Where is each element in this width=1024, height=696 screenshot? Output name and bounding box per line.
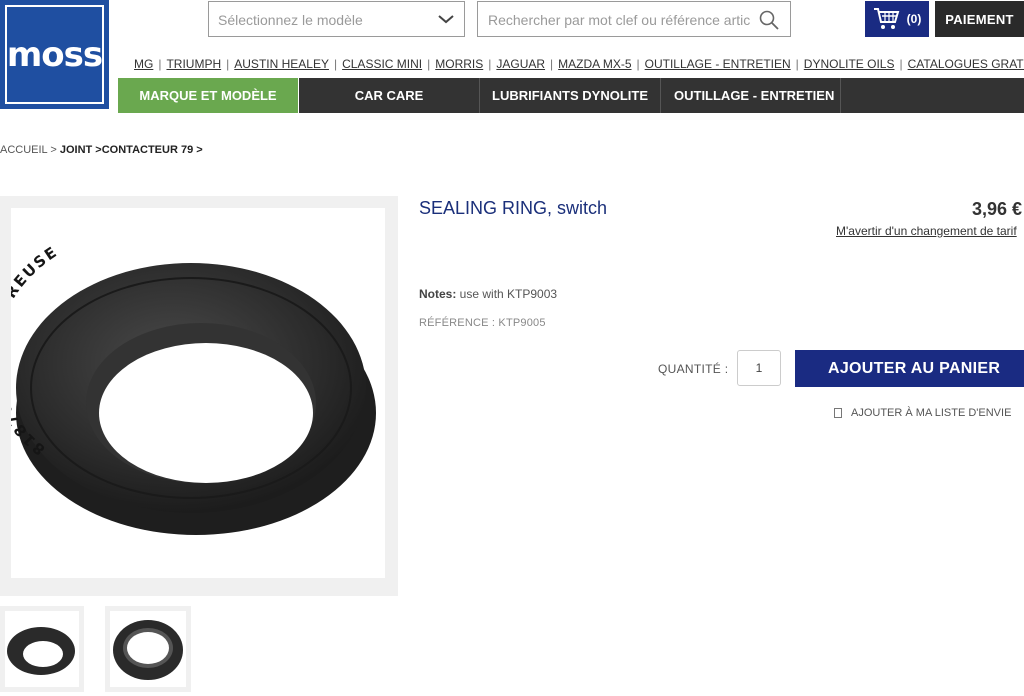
quantity-input[interactable]: 1 <box>737 350 781 386</box>
logo-text: moss <box>6 34 103 75</box>
brand-link-outillage[interactable]: OUTILLAGE - ENTRETIEN <box>645 57 791 71</box>
product-image[interactable]: 818782 DO NOT REUSE <box>0 208 385 578</box>
separator: | <box>427 57 431 71</box>
main-nav: MARQUE ET MODÈLE CAR CARE LUBRIFIANTS DY… <box>118 78 1024 113</box>
breadcrumb-current: JOINT >CONTACTEUR 79 > <box>59 144 203 156</box>
nav-filler <box>841 78 1024 113</box>
separator: | <box>636 57 640 71</box>
wishlist-label: AJOUTER À MA LISTE D'ENVIE <box>851 407 1012 419</box>
quantity-label: QUANTITÉ : <box>658 362 729 376</box>
add-to-cart-button[interactable]: AJOUTER AU PANIER <box>795 350 1024 387</box>
cart-icon <box>873 8 900 29</box>
wishlist-icon <box>834 408 842 418</box>
product-title: SEALING RING, switch <box>419 198 608 218</box>
thumbnail-ring-top <box>113 620 183 680</box>
logo-frame: moss <box>5 5 104 104</box>
separator: | <box>899 57 903 71</box>
brand-link-jaguar[interactable]: JAGUAR <box>496 57 545 71</box>
separator: | <box>333 57 338 71</box>
separator: | <box>158 57 162 71</box>
search-box[interactable] <box>477 1 791 37</box>
cart-count: (0) <box>906 12 922 26</box>
separator: | <box>795 57 799 71</box>
brand-link-austin-healey[interactable]: AUSTIN HEALEY <box>234 57 329 71</box>
brand-link-classic-mini[interactable]: CLASSIC MINI <box>342 57 422 71</box>
model-select[interactable]: Sélectionnez le modèle <box>208 1 465 37</box>
separator: | <box>226 57 230 71</box>
breadcrumb-separator: > <box>50 144 57 156</box>
chevron-down-icon <box>438 15 454 24</box>
brand-links: MG | TRIUMPH | AUSTIN HEALEY | CLASSIC MINI… <box>134 56 1024 72</box>
separator: | <box>550 57 554 71</box>
thumbnail-ring-angled <box>7 627 75 675</box>
brand-link-mazda-mx5[interactable]: MAZDA MX-5 <box>558 57 631 71</box>
thumbnail-1[interactable] <box>0 606 84 692</box>
model-select-placeholder: Sélectionnez le modèle <box>218 12 363 28</box>
brand-link-triumph[interactable]: TRIUMPH <box>166 57 221 71</box>
search-input[interactable] <box>486 9 752 31</box>
checkout-button[interactable]: PAIEMENT <box>935 1 1024 37</box>
nav-lubrifiants-dynolite[interactable]: LUBRIFIANTS DYNOLITE <box>480 78 661 113</box>
notes-value: use with KTP9003 <box>456 287 558 301</box>
search-icon[interactable] <box>758 9 780 31</box>
product-notes: Notes: use with KTP9003 <box>419 287 557 301</box>
breadcrumb: ACCUEIL > JOINT >CONTACTEUR 79 > <box>0 144 203 156</box>
price-change-alert-link[interactable]: M'avertir d'un changement de tarif <box>836 224 1017 238</box>
brand-link-mg[interactable]: MG <box>134 57 153 71</box>
brand-link-morris[interactable]: MORRIS <box>435 57 483 71</box>
add-to-cart-label: AJOUTER AU PANIER <box>828 359 1001 377</box>
product-image-panel: 818782 DO NOT REUSE <box>0 196 398 596</box>
add-to-wishlist[interactable]: AJOUTER À MA LISTE D'ENVIE <box>834 407 1011 419</box>
moss-logo[interactable]: moss <box>0 0 109 109</box>
nav-outillage[interactable]: OUTILLAGE - ENTRETIEN <box>661 78 841 113</box>
thumbnail-2[interactable] <box>105 606 191 692</box>
sealing-ring-image: 818782 DO NOT REUSE <box>0 242 376 535</box>
breadcrumb-home[interactable]: ACCUEIL <box>0 144 47 156</box>
thumbnail-2-image <box>110 611 186 687</box>
product-price: 3,96 € <box>972 199 1023 219</box>
separator: | <box>488 57 492 71</box>
nav-marque-modele[interactable]: MARQUE ET MODÈLE <box>118 78 299 113</box>
brand-link-catalogues[interactable]: CATALOGUES GRATUITS <box>908 57 1024 71</box>
nav-car-care[interactable]: CAR CARE <box>299 78 480 113</box>
thumbnail-1-image <box>5 611 79 687</box>
product-reference: RÉFÉRENCE : KTP9005 <box>419 317 546 329</box>
brand-link-dynolite-oils[interactable]: DYNOLITE OILS <box>804 57 895 71</box>
checkout-label: PAIEMENT <box>945 11 1014 27</box>
notes-label: Notes: <box>419 287 457 301</box>
cart-button[interactable]: (0) <box>865 1 929 37</box>
